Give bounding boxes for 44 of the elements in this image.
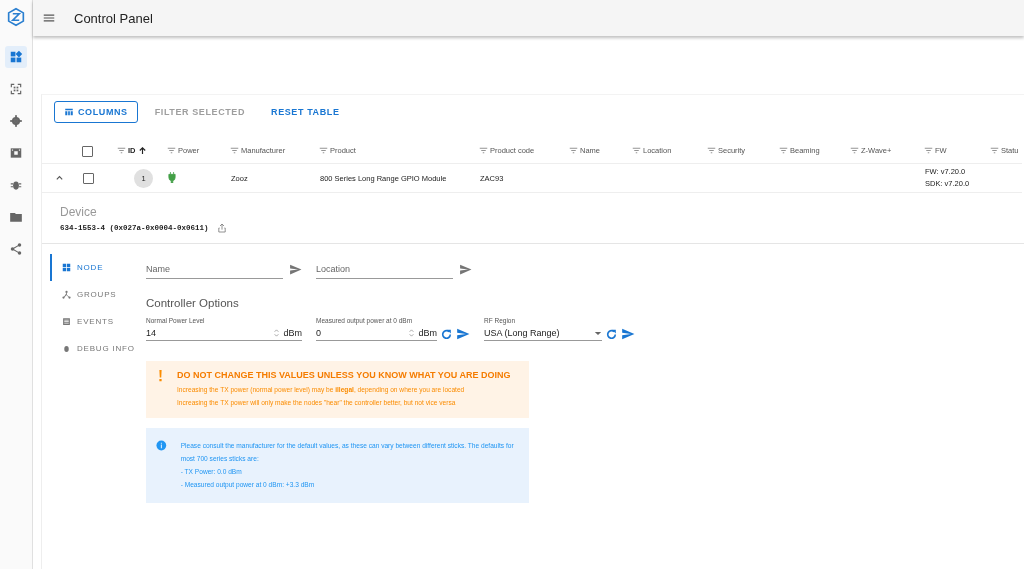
filter-icon (707, 147, 716, 154)
info-icon (156, 439, 167, 452)
refresh-icon[interactable] (605, 328, 618, 341)
plug-icon (168, 171, 176, 183)
toolbar-button[interactable]: RESET TABLE (262, 101, 349, 123)
logo-icon (5, 6, 27, 28)
send-icon[interactable] (621, 327, 635, 341)
text-field[interactable]: Name (146, 260, 283, 279)
filter-icon (924, 147, 933, 154)
warning-title: DO NOT CHANGE THIS VALUES UNLESS YOU KNOW WHAT YOU ARE DOING (177, 370, 511, 380)
columns-icon (64, 107, 74, 117)
filter-icon (632, 147, 641, 154)
sort-arrow-icon (137, 146, 147, 155)
share-icon[interactable] (217, 223, 226, 233)
send-icon[interactable] (289, 263, 302, 276)
tab[interactable]: GROUPS (50, 281, 146, 308)
filter-icon (850, 147, 859, 154)
refresh-icon[interactable] (440, 328, 453, 341)
page-title: Control Panel (74, 10, 153, 26)
grid-icon (62, 263, 71, 272)
filter-icon (479, 147, 488, 154)
select-all-checkbox[interactable] (82, 145, 93, 157)
filter-icon (319, 147, 328, 154)
caret-icon[interactable] (594, 330, 602, 336)
tab[interactable]: DEBUG INFO (50, 335, 146, 362)
tab[interactable]: NODE (50, 254, 146, 281)
send-icon[interactable] (459, 263, 472, 276)
filter-icon (779, 147, 788, 154)
filter-icon (230, 147, 239, 154)
device-label: Device (60, 205, 98, 219)
columns-button[interactable]: COLUMNS (54, 101, 138, 123)
tab[interactable]: EVENTS (50, 308, 146, 335)
section-title: Controller Options (146, 297, 240, 309)
hierarchy-icon (62, 290, 71, 299)
row-checkbox[interactable] (83, 172, 94, 184)
filter-icon (990, 147, 999, 154)
send-icon[interactable] (456, 327, 470, 341)
list-icon (62, 317, 71, 326)
filter-icon (167, 147, 176, 154)
exclamation-icon (158, 370, 163, 382)
dashboard-icon[interactable] (5, 46, 27, 68)
text-field[interactable]: Location (316, 260, 453, 279)
filter-icon (117, 147, 126, 154)
filter-icon (569, 147, 578, 154)
